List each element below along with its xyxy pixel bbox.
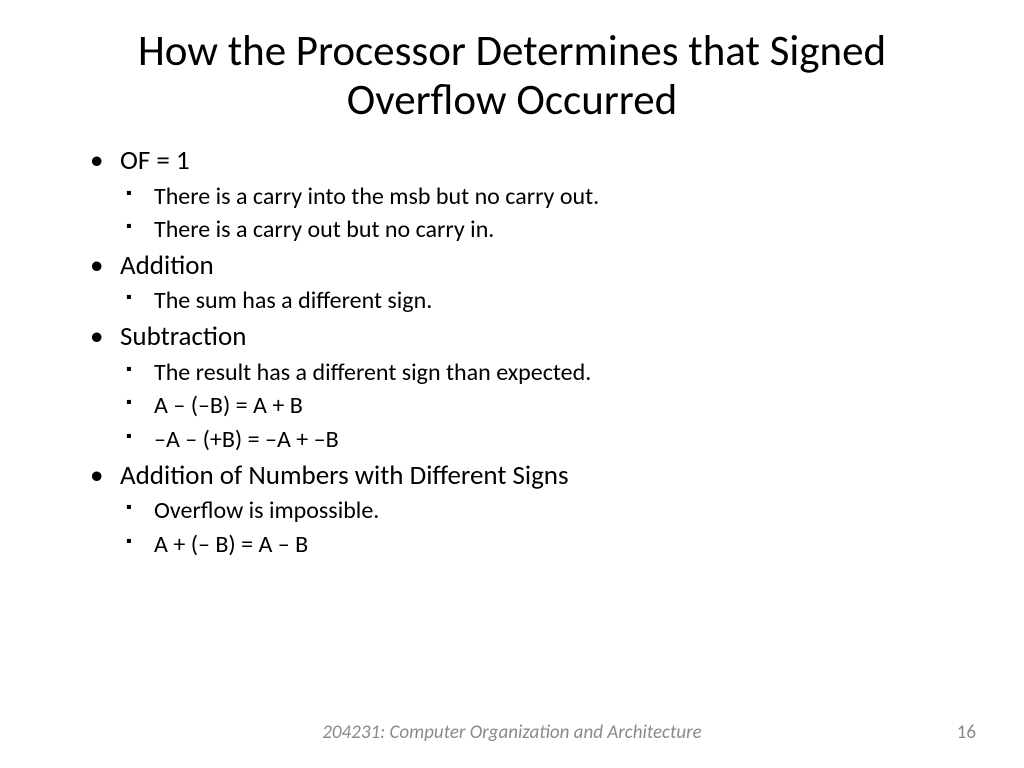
sub-item: There is a carry out but no carry in. bbox=[120, 214, 964, 246]
sub-list: The sum has a different sign. bbox=[120, 285, 964, 317]
slide-title: How the Processor Determines that Signed… bbox=[60, 26, 964, 125]
footer-course: 204231: Computer Organization and Archit… bbox=[322, 721, 701, 744]
bullet-label: OF = 1 bbox=[120, 144, 190, 177]
bullet-label: Addition of Numbers with Different Signs bbox=[120, 459, 569, 492]
sub-item: The sum has a different sign. bbox=[120, 285, 964, 317]
bullet-list: OF = 1 There is a carry into the msb but… bbox=[90, 143, 964, 561]
bullet-label: Addition bbox=[120, 249, 214, 282]
slide-content: OF = 1 There is a carry into the msb but… bbox=[60, 143, 964, 561]
sub-list: The result has a different sign than exp… bbox=[120, 357, 964, 456]
list-item: Addition of Numbers with Different Signs… bbox=[90, 458, 964, 561]
slide: How the Processor Determines that Signed… bbox=[0, 0, 1024, 768]
sub-list: Overflow is impossible. A + (– B) = A – … bbox=[120, 495, 964, 560]
sub-item: A – (–B) = A + B bbox=[120, 390, 964, 422]
slide-footer: 204231: Computer Organization and Archit… bbox=[0, 721, 1024, 744]
sub-list: There is a carry into the msb but no car… bbox=[120, 181, 964, 246]
sub-item: Overflow is impossible. bbox=[120, 495, 964, 527]
list-item: OF = 1 There is a carry into the msb but… bbox=[90, 143, 964, 246]
list-item: Addition The sum has a different sign. bbox=[90, 248, 964, 317]
list-item: Subtraction The result has a different s… bbox=[90, 319, 964, 456]
footer-page-number: 16 bbox=[957, 721, 976, 744]
sub-item: There is a carry into the msb but no car… bbox=[120, 181, 964, 213]
sub-item: The result has a different sign than exp… bbox=[120, 357, 964, 389]
sub-item: –A – (+B) = –A + –B bbox=[120, 424, 964, 456]
bullet-label: Subtraction bbox=[120, 320, 246, 353]
sub-item: A + (– B) = A – B bbox=[120, 529, 964, 561]
